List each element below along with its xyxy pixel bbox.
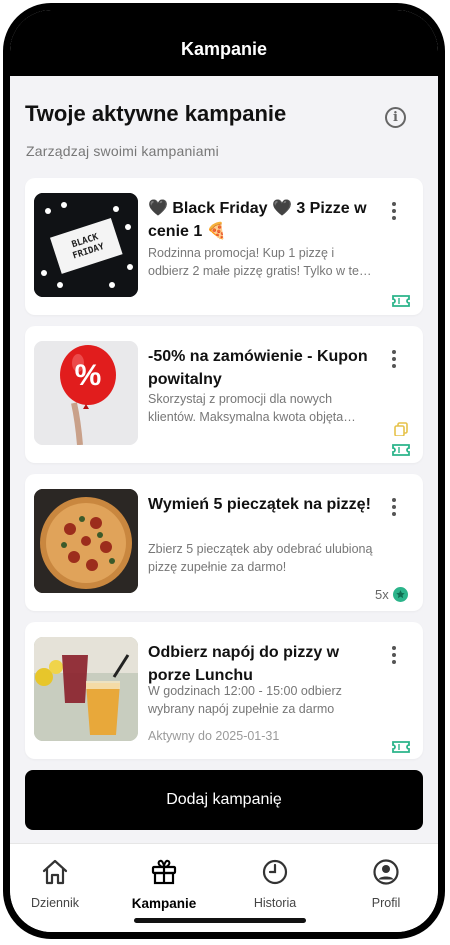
campaign-title: -50% na zamówienie - Kupon powitalny — [148, 348, 368, 388]
campaign-list-area[interactable]: Twoje aktywne kampanie i Zarządzaj swoim… — [10, 76, 438, 762]
phone-frame: Kampanie Twoje aktywne kampanie i Zarząd… — [3, 3, 445, 939]
tab-dziennik[interactable]: Dziennik — [10, 858, 100, 910]
campaign-active-until: Aktywny do 2025-01-31 — [148, 729, 280, 743]
more-options-icon[interactable] — [386, 496, 402, 518]
stamp-count-label: 5x — [375, 587, 389, 602]
tab-label: Kampanie — [131, 896, 197, 911]
user-icon — [373, 859, 399, 885]
tab-kampanie[interactable]: Kampanie — [119, 858, 209, 911]
stamp-count: 5x — [375, 587, 408, 602]
page-title: Twoje aktywne kampanie — [25, 101, 287, 126]
tab-profil[interactable]: Profil — [341, 858, 431, 910]
tab-label: Historia — [253, 896, 297, 910]
ticket-icon — [392, 741, 410, 753]
copy-icon — [394, 422, 408, 436]
campaign-card[interactable]: BLACK FRIDAY 🖤 Black Friday 🖤 3 Pizze w … — [25, 178, 423, 315]
header-title: Kampanie — [180, 39, 268, 59]
campaign-title: Odbierz napój do pizzy w porze Lunchu — [148, 644, 340, 684]
balloon-percent-text: % — [74, 359, 102, 392]
tab-historia[interactable]: Historia — [230, 858, 320, 910]
campaign-description: Skorzystaj z promocji dla nowych klientó… — [148, 392, 344, 424]
gift-icon — [151, 859, 177, 885]
campaign-description: Rodzinna promocja! Kup 1 pizzę i odbierz… — [148, 246, 366, 278]
campaign-description: W godzinach 12:00 - 15:00 odbierz wybran… — [148, 684, 342, 716]
campaign-card[interactable]: Odbierz napój do pizzy w porze Lunchu W … — [25, 622, 423, 759]
clock-icon — [262, 859, 288, 885]
more-options-icon[interactable] — [386, 200, 402, 222]
top-header: Kampanie — [10, 10, 438, 76]
more-options-icon[interactable] — [386, 644, 402, 666]
campaign-card[interactable]: % -50% na zamówienie - Kupon powitalny S… — [25, 326, 423, 463]
tab-label: Profil — [371, 896, 401, 910]
campaign-image-pizza — [34, 489, 138, 593]
ticket-icon — [392, 444, 410, 456]
ticket-icon — [392, 295, 410, 307]
campaign-title: Wymień 5 pieczątek na pizzę! — [148, 496, 371, 513]
page-subtitle: Zarządzaj swoimi kampaniami — [26, 143, 219, 159]
campaign-image-black-friday: BLACK FRIDAY — [34, 193, 138, 297]
add-campaign-button[interactable]: Dodaj kampanię — [25, 770, 423, 830]
home-indicator — [134, 918, 306, 923]
campaign-image-balloon: % — [34, 341, 138, 445]
home-icon — [42, 859, 68, 885]
tab-label: Dziennik — [31, 896, 79, 910]
campaign-title: 🖤 Black Friday 🖤 3 Pizze w cenie 1 🍕 — [148, 200, 367, 240]
app-screen: Kampanie Twoje aktywne kampanie i Zarząd… — [10, 10, 438, 932]
info-icon[interactable]: i — [385, 107, 406, 128]
campaign-card[interactable]: Wymień 5 pieczątek na pizzę! Zbierz 5 pi… — [25, 474, 423, 611]
star-icon — [392, 587, 408, 602]
campaign-image-drinks — [34, 637, 138, 741]
campaign-description: Zbierz 5 pieczątek aby odebrać ulubioną … — [148, 542, 373, 574]
more-options-icon[interactable] — [386, 348, 402, 370]
